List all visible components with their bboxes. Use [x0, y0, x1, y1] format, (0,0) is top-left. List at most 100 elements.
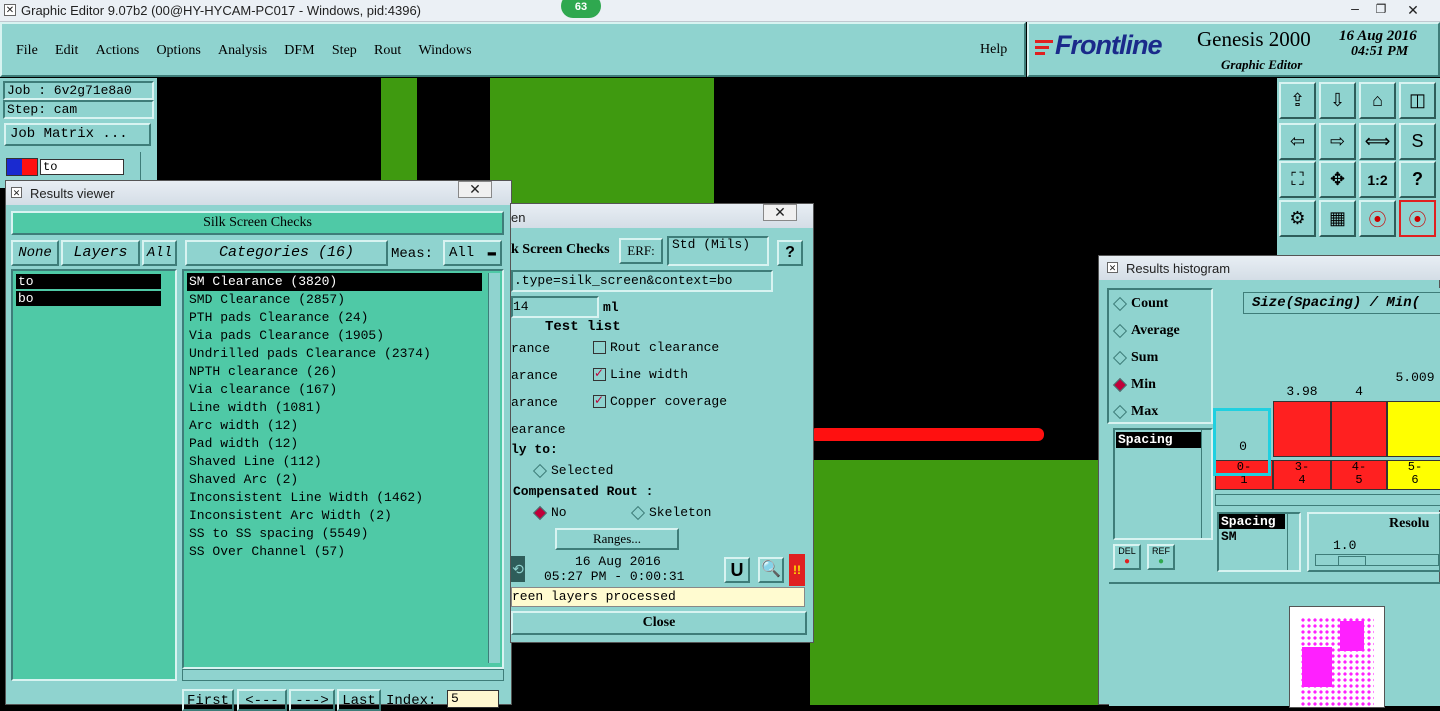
count-radio[interactable]	[1112, 296, 1128, 311]
line-width-checkbox[interactable]	[593, 366, 606, 382]
fit-screen-icon[interactable]: ⛶	[1279, 161, 1316, 198]
measure-item-spacing[interactable]: Spacing	[1116, 432, 1201, 448]
copper-coverage-checkbox[interactable]	[593, 393, 606, 409]
average-radio[interactable]	[1112, 323, 1128, 338]
skeleton-option[interactable]: Skeleton	[630, 505, 711, 520]
category-item[interactable]: Line width (1081)	[184, 399, 502, 417]
layer-item-to[interactable]: to	[16, 274, 161, 289]
traffic-light-icon[interactable]: ⦿	[1359, 200, 1396, 237]
test-left-item[interactable]: arance	[511, 395, 558, 410]
menu-file[interactable]: File	[16, 43, 38, 59]
index-field[interactable]: 5	[447, 690, 499, 708]
menu-step[interactable]: Step	[332, 43, 357, 59]
menu-edit[interactable]: Edit	[55, 43, 78, 59]
chart-hscrollbar[interactable]	[1215, 494, 1440, 506]
no-option[interactable]: No	[532, 505, 567, 520]
split-window-icon[interactable]: ◫	[1399, 82, 1436, 119]
mode-average[interactable]: Average	[1112, 323, 1180, 339]
menu-rout[interactable]: Rout	[374, 43, 401, 59]
close-window-button[interactable]: ✕	[1400, 2, 1426, 18]
max-radio[interactable]	[1112, 404, 1128, 419]
meas-dropdown[interactable]: All ▬	[443, 240, 502, 266]
results-viewer-close-icon[interactable]: ✕	[458, 181, 492, 198]
category-item[interactable]: Arc width (12)	[184, 417, 502, 435]
categories-scrollbar[interactable]	[488, 273, 500, 663]
value-field[interactable]: 14	[511, 296, 599, 318]
category-item[interactable]: Undrilled pads Clearance (2374)	[184, 345, 502, 363]
mode-min[interactable]: Min	[1112, 377, 1156, 393]
skeleton-radio[interactable]	[630, 505, 646, 520]
minimize-button[interactable]: –	[1342, 1, 1368, 18]
histogram-bar[interactable]	[1273, 401, 1331, 457]
menu-actions[interactable]: Actions	[96, 43, 140, 59]
bin-label[interactable]: 5- 6	[1387, 460, 1440, 490]
histogram-bar[interactable]	[1331, 401, 1387, 457]
category-item[interactable]: SS to SS spacing (5549)	[184, 525, 502, 543]
spacing-list-scrollbar[interactable]	[1287, 514, 1299, 570]
next-button[interactable]: --->	[289, 689, 335, 711]
ranges-button[interactable]: Ranges...	[555, 528, 679, 550]
move-down-icon[interactable]: ⇩	[1319, 82, 1356, 119]
category-item[interactable]: SS Over Channel (57)	[184, 543, 502, 561]
histogram-bar[interactable]	[1387, 401, 1440, 457]
category-item[interactable]: SM Clearance (3820)	[187, 273, 482, 291]
category-item[interactable]: Via pads Clearance (1905)	[184, 327, 502, 345]
test-left-item[interactable]: earance	[511, 422, 566, 437]
zoom-icon[interactable]: 🔍	[758, 557, 784, 583]
all-layers-button[interactable]: All	[142, 240, 177, 266]
alert-icon[interactable]: !!	[789, 554, 805, 586]
layer-color-swatch[interactable]	[6, 158, 38, 176]
category-item[interactable]: Inconsistent Arc Width (2)	[184, 507, 502, 525]
categories-button[interactable]: Categories (16)	[185, 240, 388, 266]
category-item[interactable]: Inconsistent Line Width (1462)	[184, 489, 502, 507]
sum-radio[interactable]	[1112, 350, 1128, 365]
close-button[interactable]: Close	[511, 611, 807, 635]
menu-windows[interactable]: Windows	[419, 43, 472, 59]
ref-button[interactable]: REF ●	[1147, 544, 1175, 570]
grid-icon[interactable]: ▦	[1319, 200, 1356, 237]
left-scrollbar[interactable]	[140, 152, 152, 182]
resolution-slider-thumb[interactable]	[1338, 556, 1366, 566]
rout-clearance-checkbox[interactable]	[593, 341, 606, 355]
first-button[interactable]: First	[182, 689, 234, 711]
maximize-button[interactable]: ❐	[1368, 2, 1394, 18]
prev-button[interactable]: <---	[237, 689, 287, 711]
menu-help[interactable]: Help	[980, 42, 1007, 58]
silk-dialog-close-icon[interactable]: ✕	[763, 204, 797, 221]
category-item[interactable]: SMD Clearance (2857)	[184, 291, 502, 309]
bin-label[interactable]: 4- 5	[1331, 460, 1387, 490]
move-right-icon[interactable]: ⇨	[1319, 123, 1356, 160]
run-icon[interactable]: ⟲	[511, 556, 525, 582]
bin-label[interactable]: 3- 4	[1273, 460, 1331, 490]
layer-item-bo[interactable]: bo	[16, 291, 161, 306]
selected-radio[interactable]	[532, 463, 548, 478]
category-item[interactable]: Shaved Line (112)	[184, 453, 502, 471]
menu-options[interactable]: Options	[156, 43, 200, 59]
snake-icon[interactable]: S	[1399, 123, 1436, 160]
help-question-icon[interactable]: ?	[1399, 161, 1436, 198]
rout-clearance-option[interactable]: Rout clearance	[593, 340, 719, 355]
traffic-light-alt-icon[interactable]: ⦿	[1399, 200, 1436, 237]
layers-button[interactable]: Layers	[61, 240, 140, 266]
mode-max[interactable]: Max	[1112, 404, 1158, 420]
mirror-icon[interactable]: ⟺	[1359, 123, 1396, 160]
erf-button[interactable]: ERF:	[619, 238, 663, 264]
zoom-fit-icon[interactable]: ✥	[1319, 161, 1356, 198]
category-item[interactable]: NPTH clearance (26)	[184, 363, 502, 381]
test-left-item[interactable]: rance	[511, 341, 550, 356]
copper-coverage-option[interactable]: Copper coverage	[593, 393, 727, 409]
last-button[interactable]: Last	[337, 689, 381, 711]
layer-name-field[interactable]: to	[40, 159, 124, 175]
erf-value[interactable]: Std (Mils)	[667, 236, 769, 266]
job-matrix-button[interactable]: Job Matrix ...	[4, 123, 151, 146]
category-item[interactable]: Shaved Arc (2)	[184, 471, 502, 489]
category-item[interactable]: Via clearance (167)	[184, 381, 502, 399]
category-item[interactable]: Pad width (12)	[184, 435, 502, 453]
mode-sum[interactable]: Sum	[1112, 350, 1158, 366]
move-up-icon[interactable]: ⇪	[1279, 82, 1316, 119]
scale-1-2-icon[interactable]: 1:2	[1359, 161, 1396, 198]
move-left-icon[interactable]: ⇦	[1279, 123, 1316, 160]
categories-hscrollbar[interactable]	[182, 669, 504, 681]
parameter-url[interactable]: .type=silk_screen&context=bo	[511, 270, 773, 292]
u-icon[interactable]: U	[724, 557, 750, 583]
